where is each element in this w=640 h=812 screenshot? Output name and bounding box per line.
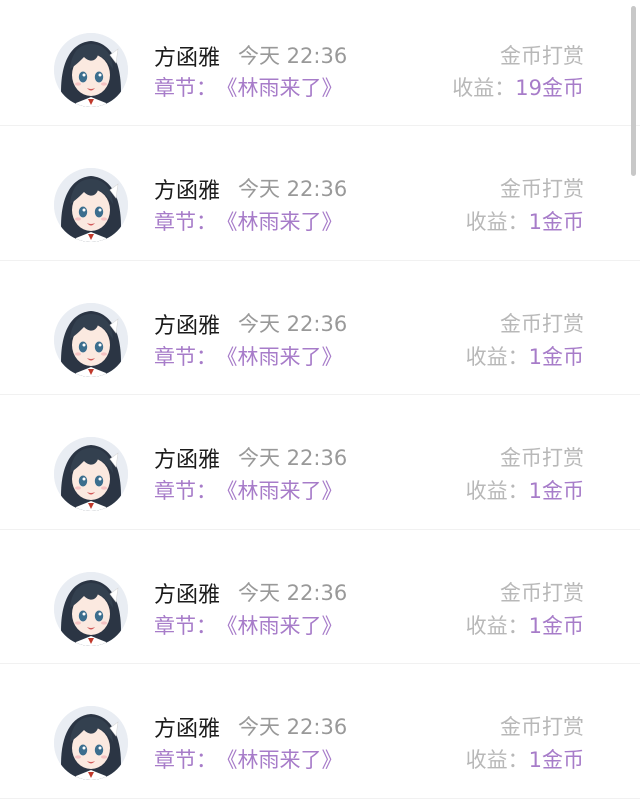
reward-type: 金币打赏 (500, 580, 584, 605)
earnings-info: 收益：1金币 (466, 206, 584, 236)
reward-time: 今天 22:36 (238, 715, 348, 739)
user-name: 方函雅 (154, 46, 221, 71)
earnings-label: 收益： (465, 344, 529, 369)
reward-record[interactable]: 方函雅 今天 22:36 金币打赏 章节： 《林雨来了》 收益：1金币 (0, 261, 640, 395)
reward-record[interactable]: 方函雅 今天 22:36 金币打赏 章节： 《林雨来了》 收益：1金币 (0, 395, 640, 530)
user-avatar-icon[interactable] (54, 571, 128, 646)
reward-time: 今天 22:36 (238, 177, 348, 201)
chapter-label: 章节： (154, 748, 217, 772)
earnings-amount: 1金币 (528, 210, 584, 234)
chapter-title[interactable]: 《林雨来了》 (227, 76, 343, 100)
earnings-info: 收益：1金币 (466, 341, 584, 371)
chapter-info[interactable]: 章节： 《林雨来了》 (154, 610, 343, 640)
chapter-info[interactable]: 章节： 《林雨来了》 (154, 744, 343, 774)
reward-type: 金币打赏 (500, 311, 584, 336)
earnings-info: 收益：19金币 (452, 72, 584, 102)
chapter-title[interactable]: 《林雨来了》 (227, 748, 343, 772)
chapter-label: 章节： (154, 344, 217, 369)
chapter-info[interactable]: 章节： 《林雨来了》 (154, 341, 343, 371)
earnings-amount: 19金币 (515, 76, 584, 100)
scrollbar[interactable] (631, 6, 636, 176)
reward-time: 今天 22:36 (238, 311, 348, 336)
chapter-title[interactable]: 《林雨来了》 (227, 479, 343, 503)
user-avatar-icon[interactable] (54, 168, 128, 242)
reward-list: 方函雅 今天 22:36 金币打赏 章节： 《林雨来了》 收益：19金币 方函雅… (0, 0, 640, 799)
chapter-title[interactable]: 《林雨来了》 (227, 210, 343, 234)
earnings-info: 收益：1金币 (466, 475, 584, 505)
earnings-amount: 1金币 (528, 344, 584, 369)
chapter-info[interactable]: 章节： 《林雨来了》 (154, 72, 343, 102)
earnings-info: 收益：1金币 (466, 610, 584, 640)
earnings-label: 收益： (465, 748, 529, 772)
chapter-label: 章节： (154, 479, 217, 503)
earnings-label: 收益： (452, 76, 516, 100)
earnings-label: 收益： (465, 613, 529, 638)
chapter-title[interactable]: 《林雨来了》 (227, 614, 343, 638)
reward-record[interactable]: 方函雅 今天 22:36 金币打赏 章节： 《林雨来了》 收益：19金币 (0, 0, 640, 126)
earnings-label: 收益： (465, 210, 529, 234)
chapter-label: 章节： (154, 76, 217, 100)
reward-record[interactable]: 方函雅 今天 22:36 金币打赏 章节： 《林雨来了》 收益：1金币 (0, 530, 640, 664)
reward-type: 金币打赏 (500, 446, 584, 470)
reward-type: 金币打赏 (500, 715, 584, 739)
user-avatar-icon[interactable] (54, 706, 128, 780)
reward-record[interactable]: 方函雅 今天 22:36 金币打赏 章节： 《林雨来了》 收益：1金币 (0, 126, 640, 261)
reward-time: 今天 22:36 (238, 580, 348, 605)
user-avatar-icon[interactable] (54, 437, 128, 511)
earnings-label: 收益： (465, 479, 529, 503)
reward-time: 今天 22:36 (238, 44, 348, 68)
user-name: 方函雅 (154, 448, 221, 473)
chapter-label: 章节： (154, 613, 217, 638)
user-name: 方函雅 (154, 313, 221, 339)
earnings-amount: 1金币 (528, 479, 584, 503)
user-name: 方函雅 (154, 582, 221, 608)
earnings-info: 收益：1金币 (466, 744, 584, 774)
reward-time: 今天 22:36 (238, 446, 348, 470)
chapter-info[interactable]: 章节： 《林雨来了》 (154, 475, 343, 505)
chapter-label: 章节： (154, 210, 217, 234)
reward-record[interactable]: 方函雅 今天 22:36 金币打赏 章节： 《林雨来了》 收益：1金币 (0, 664, 640, 799)
earnings-amount: 1金币 (528, 613, 584, 638)
user-avatar-icon[interactable] (54, 302, 128, 377)
reward-type: 金币打赏 (500, 177, 584, 201)
user-name: 方函雅 (154, 717, 221, 742)
user-name: 方函雅 (154, 179, 221, 204)
chapter-title[interactable]: 《林雨来了》 (227, 345, 343, 369)
user-avatar-icon[interactable] (54, 33, 128, 107)
earnings-amount: 1金币 (528, 748, 584, 772)
chapter-info[interactable]: 章节： 《林雨来了》 (154, 206, 343, 236)
reward-type: 金币打赏 (500, 44, 584, 68)
